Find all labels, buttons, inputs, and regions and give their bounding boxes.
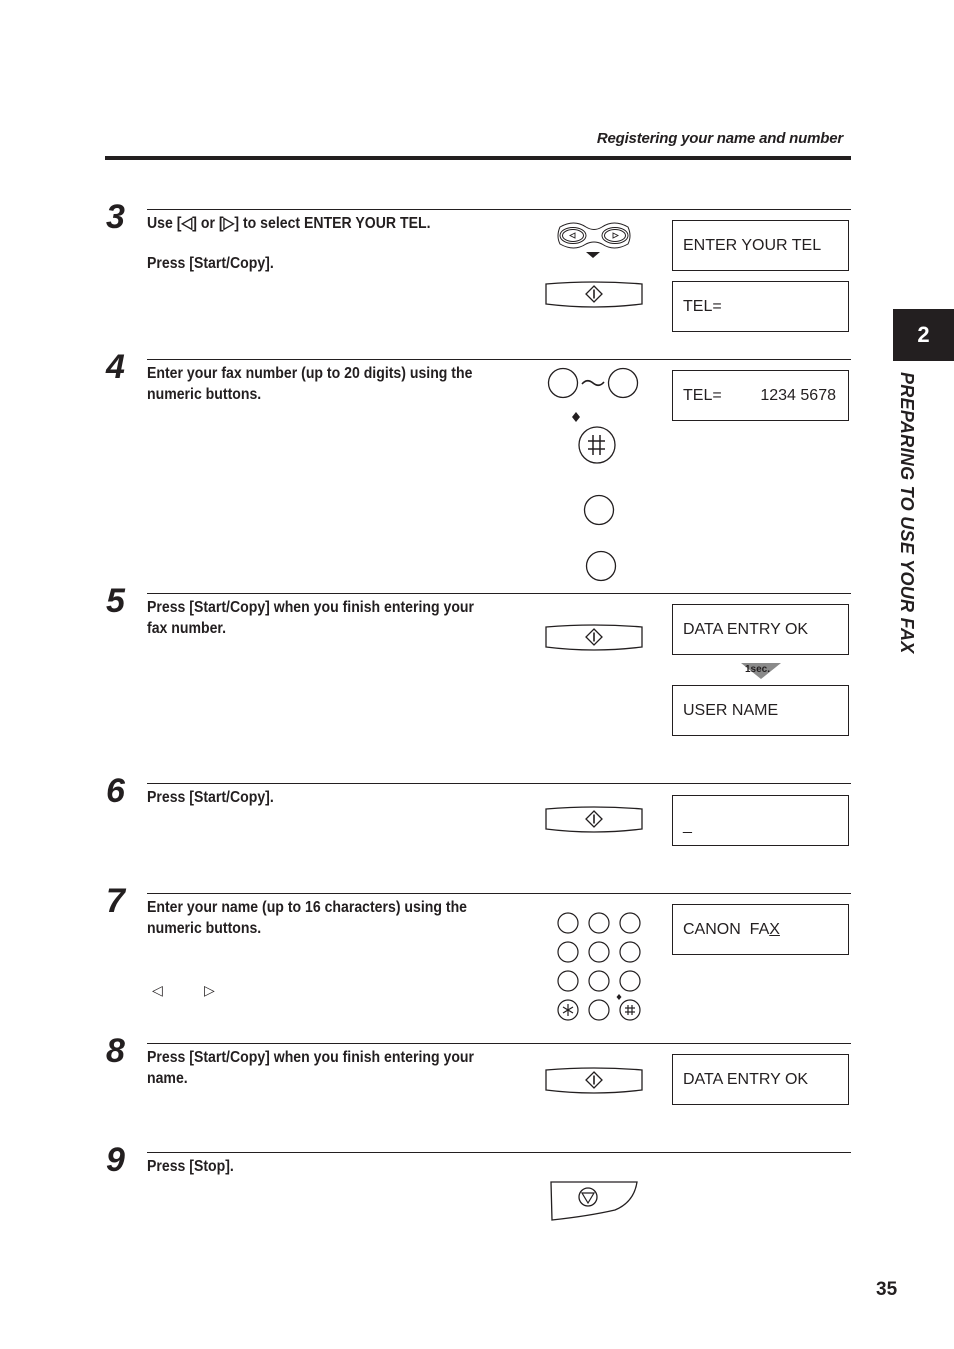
step-8-line-2: name. <box>147 1070 188 1087</box>
keypad-key-icon <box>588 941 610 963</box>
step-6-number: 6 <box>106 772 125 810</box>
keypad-key-icon <box>557 970 579 992</box>
step-5-line-1: Press [Start/Copy] when you finish enter… <box>147 599 475 616</box>
step-7-instruction: Enter your name (up to 16 characters) us… <box>147 897 525 939</box>
step-5-number: 5 <box>106 582 125 620</box>
left-arrow-icon: ◁ <box>152 982 163 998</box>
step-8-line-1: Press [Start/Copy] when you finish enter… <box>147 1049 475 1066</box>
lcd-display: TEL= 1234 5678 <box>672 370 849 421</box>
start-copy-button-icon <box>545 624 643 651</box>
step-7-line-2: numeric buttons. <box>147 920 262 937</box>
step-5-instruction: Press [Start/Copy] when you finish enter… <box>147 597 525 639</box>
step-6-instruction: Press [Start/Copy]. <box>147 787 525 808</box>
keypad-key-icon <box>588 970 610 992</box>
step-4-line-1: Enter your fax number (up to 20 digits) … <box>147 365 473 382</box>
step-5-line-2: fax number. <box>147 620 227 637</box>
step-9-number: 9 <box>106 1141 125 1179</box>
chapter-tab: 2 <box>893 309 954 361</box>
step-3-line-2: Press [Start/Copy]. <box>147 255 274 272</box>
keypad-key-icon <box>557 941 579 963</box>
step-3-line-1: Use [◁] or [▷] to select ENTER YOUR TEL. <box>147 215 431 232</box>
transition-label: 1sec. <box>745 664 771 675</box>
hash-button-icon <box>578 426 616 464</box>
hash-key-icon <box>619 999 641 1021</box>
step-8-instruction: Press [Start/Copy] when you finish enter… <box>147 1047 525 1089</box>
step-9-line-1: Press [Stop]. <box>147 1158 234 1175</box>
chapter-title-vertical: PREPARING TO USE YOUR FAX <box>893 372 923 742</box>
lcd-display: DATA ENTRY OK <box>672 1054 849 1105</box>
step-5-rule <box>147 593 851 594</box>
keypad-key-icon <box>619 970 641 992</box>
step-4-instruction: Enter your fax number (up to 20 digits) … <box>147 363 525 405</box>
step-3-rule <box>147 209 851 210</box>
lcd-display: ENTER YOUR TEL <box>672 220 849 271</box>
numeric-buttons-icon-group <box>547 367 639 582</box>
chapter-title: PREPARING TO USE YOUR FAX <box>897 372 917 654</box>
numeric-button-icon <box>583 494 615 526</box>
step-3-number: 3 <box>106 198 125 236</box>
lcd-cursor-char: X <box>769 920 780 938</box>
step-7-number: 7 <box>106 882 125 920</box>
start-copy-button-icon <box>545 281 643 308</box>
lcd-display: USER NAME <box>672 685 849 736</box>
step-8-rule <box>147 1043 851 1044</box>
header-rule <box>105 156 851 160</box>
keypad-key-icon <box>588 999 610 1021</box>
step-4-line-2: numeric buttons. <box>147 386 262 403</box>
lcd-label: TEL= <box>683 386 722 404</box>
step-9-rule <box>147 1152 851 1153</box>
numeric-button-icon <box>585 550 617 582</box>
lcd-value: 1234 5678 <box>760 386 836 404</box>
step-9-instruction: Press [Stop]. <box>147 1156 525 1177</box>
right-arrow-icon: ▷ <box>204 982 215 998</box>
step-8-number: 8 <box>106 1032 125 1070</box>
lcd-text: CANON FA <box>683 920 770 938</box>
keypad-key-icon <box>588 912 610 934</box>
lcd-display: DATA ENTRY OK <box>672 604 849 655</box>
diamond-marker-icon <box>616 994 622 1000</box>
numeric-button-range-icon <box>547 367 639 399</box>
running-header-title: Registering your name and number <box>596 130 843 147</box>
lcd-display: TEL= <box>672 281 849 332</box>
numeric-keypad-icon <box>557 912 641 1021</box>
page-number: 35 <box>876 1279 898 1300</box>
step-7-line-1: Enter your name (up to 16 characters) us… <box>147 899 468 916</box>
keypad-key-icon <box>619 941 641 963</box>
lcd-display: CANON FA X <box>672 904 849 955</box>
step-7-rule <box>147 893 851 894</box>
one-second-transition: 1sec. <box>741 663 781 679</box>
start-copy-button-icon <box>545 806 643 833</box>
chapter-number: 2 <box>917 322 930 347</box>
keypad-key-icon <box>557 912 579 934</box>
stop-button-icon <box>550 1181 638 1221</box>
diamond-marker-icon <box>572 412 580 422</box>
step-3-instruction: Use [◁] or [▷] to select ENTER YOUR TEL.… <box>147 213 525 274</box>
step-6-rule <box>147 783 851 784</box>
step-4-rule <box>147 359 851 360</box>
start-copy-button-icon <box>545 1067 643 1094</box>
step-4-number: 4 <box>106 348 125 386</box>
step-6-line-1: Press [Start/Copy]. <box>147 789 274 806</box>
lcd-display: _ <box>672 795 849 846</box>
left-right-arrow-buttons-icon <box>557 222 631 258</box>
keypad-key-icon <box>619 912 641 934</box>
